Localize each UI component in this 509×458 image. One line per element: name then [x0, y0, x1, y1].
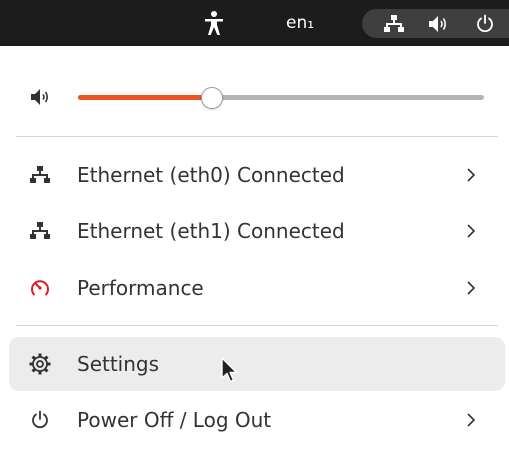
menu-item-performance[interactable]: Performance — [9, 261, 505, 315]
chevron-right-icon — [467, 413, 476, 427]
chevron-right-icon — [467, 168, 476, 182]
system-status-area[interactable] — [362, 9, 509, 38]
network-icon — [29, 220, 51, 242]
power-icon — [473, 12, 497, 35]
performance-icon — [29, 277, 51, 299]
gear-icon — [29, 353, 51, 375]
power-icon — [29, 409, 51, 431]
network-icon — [29, 164, 51, 186]
menu-item-label: Settings — [77, 352, 160, 376]
volume-icon — [426, 12, 450, 35]
chevron-right-icon — [467, 281, 476, 295]
menu-item-label: Ethernet (eth0) Connected — [77, 163, 345, 187]
volume-slider[interactable] — [78, 87, 484, 109]
menu-item-label: Power Off / Log Out — [77, 408, 272, 432]
separator — [16, 325, 498, 326]
mouse-cursor-icon — [221, 357, 238, 383]
menu-item-power-off[interactable]: Power Off / Log Out — [9, 393, 505, 447]
keyboard-layout-indicator[interactable]: en₁ — [286, 11, 314, 35]
volume-slider-fill — [78, 95, 212, 100]
volume-slider-handle[interactable] — [201, 87, 223, 109]
menu-item-ethernet-eth1[interactable]: Ethernet (eth1) Connected — [9, 204, 505, 258]
accessibility-icon[interactable] — [201, 8, 227, 38]
volume-icon[interactable] — [30, 87, 50, 107]
menu-item-settings[interactable]: Settings — [9, 337, 505, 391]
separator — [16, 136, 498, 137]
top-bar: en₁ — [0, 0, 509, 46]
menu-item-label: Performance — [77, 276, 204, 300]
menu-item-label: Ethernet (eth1) Connected — [77, 219, 345, 243]
network-icon — [382, 12, 406, 35]
menu-item-ethernet-eth0[interactable]: Ethernet (eth0) Connected — [9, 148, 505, 202]
chevron-right-icon — [467, 224, 476, 238]
